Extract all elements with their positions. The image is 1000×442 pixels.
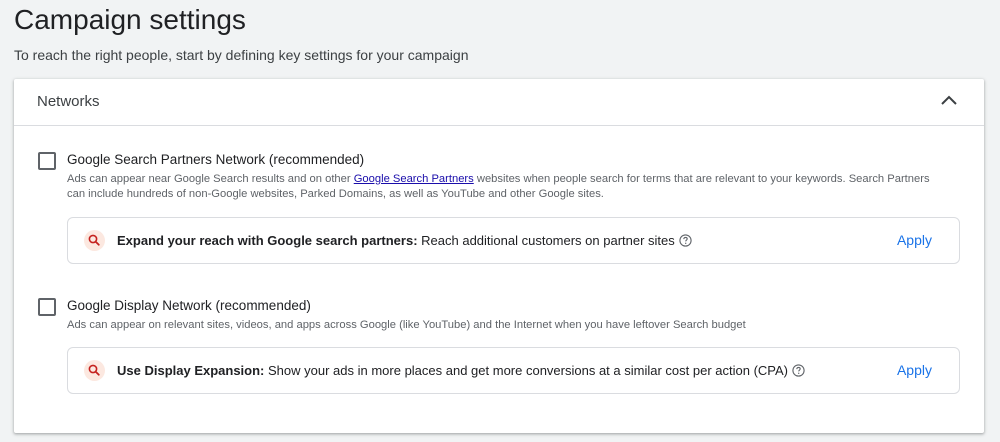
apply-button[interactable]: Apply <box>897 362 932 378</box>
search-partners-title: Google Search Partners Network (recommen… <box>67 152 365 167</box>
networks-card-title: Networks <box>37 93 100 110</box>
networks-card-header[interactable]: Networks <box>14 79 984 126</box>
google-search-partners-link[interactable]: Google Search Partners <box>354 173 474 185</box>
display-network-description: Ads can appear on relevant sites, videos… <box>67 319 746 331</box>
page-subtitle: To reach the right people, start by defi… <box>14 47 469 63</box>
recommendation-bold-label: Expand your reach with Google search par… <box>117 233 418 248</box>
help-circle-icon[interactable] <box>792 364 805 377</box>
campaign-settings-page: Campaign settings To reach the right peo… <box>0 0 1000 442</box>
search-partners-recommendation-text: Expand your reach with Google search par… <box>117 233 692 248</box>
search-partners-checkbox[interactable] <box>38 152 56 170</box>
display-expansion-recommendation-text: Use Display Expansion: Show your ads in … <box>117 363 805 378</box>
search-icon <box>84 360 105 381</box>
networks-card: Networks Google Search Partners Network … <box>14 79 984 433</box>
display-expansion-recommendation: Use Display Expansion: Show your ads in … <box>67 347 960 394</box>
chevron-up-icon[interactable] <box>938 90 960 112</box>
search-partners-recommendation: Expand your reach with Google search par… <box>67 217 960 264</box>
display-network-title: Google Display Network (recommended) <box>67 298 311 313</box>
recommendation-body: Show your ads in more places and get mor… <box>264 363 788 378</box>
apply-button[interactable]: Apply <box>897 232 932 248</box>
search-partners-description: Ads can appear near Google Search result… <box>67 172 947 202</box>
help-circle-icon[interactable] <box>679 234 692 247</box>
recommendation-body: Reach additional customers on partner si… <box>417 233 675 248</box>
display-network-checkbox[interactable] <box>38 298 56 316</box>
recommendation-bold-label: Use Display Expansion: <box>117 363 265 378</box>
page-title: Campaign settings <box>14 4 246 35</box>
search-icon <box>84 230 105 251</box>
search-partners-desc-text-1: Ads can appear near Google Search result… <box>67 173 354 185</box>
